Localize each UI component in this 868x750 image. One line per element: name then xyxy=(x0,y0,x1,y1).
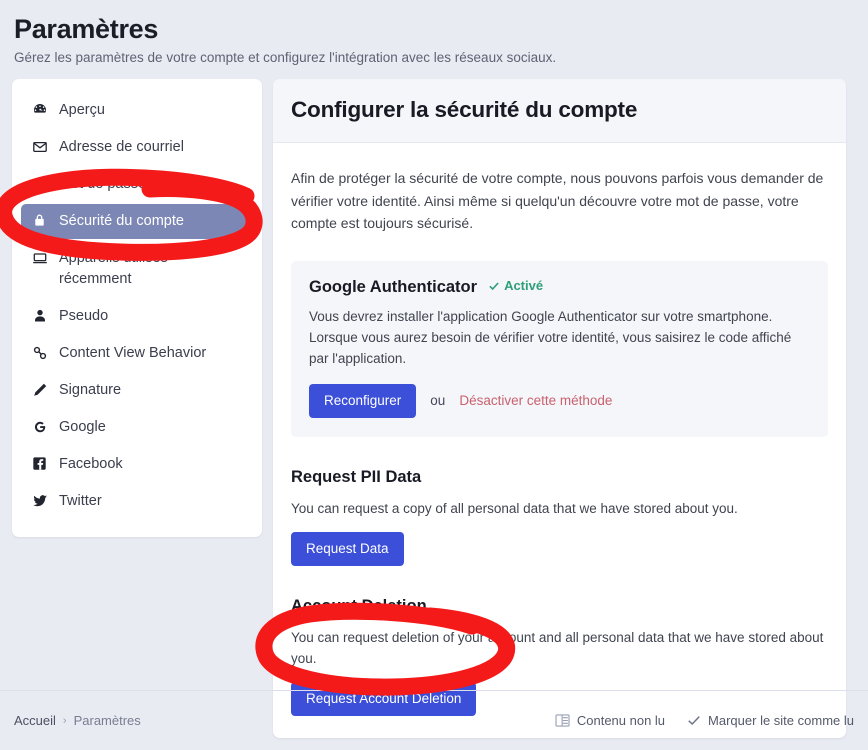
sidebar-item-label: Appareils utilisés récemment xyxy=(59,250,168,287)
reconfigure-button[interactable]: Reconfigurer xyxy=(309,383,417,418)
sidebar-item-signature[interactable]: Signature xyxy=(21,373,253,408)
user-icon xyxy=(31,306,48,324)
breadcrumb-separator-icon: › xyxy=(62,714,67,727)
pencil-icon xyxy=(31,380,48,398)
sidebar-item-label: Signature xyxy=(59,382,122,398)
google-icon xyxy=(31,417,48,435)
request-pii-section: Request PII Data You can request a copy … xyxy=(291,468,828,566)
deletion-description: You can request deletion of your account… xyxy=(291,629,824,666)
page-footer: Accueil › Paramètres Contenu non lu Marq… xyxy=(0,690,868,750)
pii-title: Request PII Data xyxy=(291,467,422,486)
sidebar-item-label: Aperçu xyxy=(59,102,105,118)
sidebar-item-label: Pseudo xyxy=(59,308,109,324)
footer-actions: Contenu non lu Marquer le site comme lu xyxy=(555,713,854,728)
page-header: Paramètres Gérez les paramètres de votre… xyxy=(0,0,868,68)
status-badge-label: Activé xyxy=(504,278,544,293)
sidebar-item-label: Adresse de courriel xyxy=(59,139,184,155)
sidebar-item-label: Facebook xyxy=(59,456,123,472)
sidebar-item-password[interactable]: Mot de passe xyxy=(21,167,253,202)
settings-sidebar: Aperçu Adresse de courriel Mot de passe … xyxy=(12,79,262,537)
sidebar-item-recent-devices[interactable]: Appareils utilisés récemment xyxy=(21,241,253,297)
sidebar-item-pseudo[interactable]: Pseudo xyxy=(21,299,253,334)
sidebar-item-label: Mot de passe xyxy=(59,176,147,192)
mark-site-read-label: Marquer le site comme lu xyxy=(708,713,854,728)
request-data-button[interactable]: Request Data xyxy=(291,531,404,566)
deletion-title: Account Deletion xyxy=(291,596,427,615)
unread-content-label: Contenu non lu xyxy=(576,713,666,728)
breadcrumb-current: Paramètres xyxy=(73,713,141,728)
card-header: Configurer la sécurité du compte xyxy=(273,79,846,143)
sidebar-item-email[interactable]: Adresse de courriel xyxy=(21,130,253,165)
dashboard-icon xyxy=(31,100,48,118)
facebook-icon xyxy=(31,454,48,471)
sidebar-item-label: Google xyxy=(59,419,106,435)
authenticator-title: Google Authenticator xyxy=(309,277,478,296)
unread-content-action[interactable]: Contenu non lu xyxy=(555,713,665,728)
sidebar-item-content-view-behavior[interactable]: Content View Behavior xyxy=(21,336,253,371)
or-separator: ou xyxy=(430,393,446,408)
authenticator-header: Google Authenticator Activé xyxy=(309,278,810,297)
status-badge: Activé xyxy=(488,278,543,293)
sidebar-item-twitter[interactable]: Twitter xyxy=(21,484,253,519)
sidebar-item-label: Twitter xyxy=(59,493,102,509)
sidebar-item-account-security[interactable]: Sécurité du compte xyxy=(21,204,253,239)
sidebar-item-facebook[interactable]: Facebook xyxy=(21,447,253,482)
page-layout: Aperçu Adresse de courriel Mot de passe … xyxy=(0,68,868,738)
check-icon xyxy=(489,281,499,290)
card-title: Configurer la sécurité du compte xyxy=(291,97,638,122)
page-subtitle: Gérez les paramètres de votre compte et … xyxy=(14,50,557,65)
sidebar-item-google[interactable]: Google xyxy=(21,410,253,445)
page-title: Paramètres xyxy=(14,14,159,44)
link-icon xyxy=(31,343,48,361)
intro-text: Afin de protéger la sécurité de votre co… xyxy=(291,170,824,231)
sidebar-item-apercu[interactable]: Aperçu xyxy=(21,93,253,128)
sidebar-item-label: Sécurité du compte xyxy=(59,213,184,229)
breadcrumb: Accueil › Paramètres xyxy=(14,713,141,728)
check-icon xyxy=(688,716,700,726)
twitter-icon xyxy=(31,491,48,509)
google-authenticator-panel: Google Authenticator Activé Vous devrez … xyxy=(291,260,828,437)
lock-icon xyxy=(31,211,48,228)
grid-icon xyxy=(555,714,570,727)
envelope-icon xyxy=(31,137,48,155)
mark-site-read-action[interactable]: Marquer le site comme lu xyxy=(687,713,854,728)
disable-method-link[interactable]: Désactiver cette méthode xyxy=(459,393,612,408)
breadcrumb-home-link[interactable]: Accueil xyxy=(14,713,56,728)
sidebar-item-label: Content View Behavior xyxy=(59,345,207,361)
pii-description: You can request a copy of all personal d… xyxy=(291,500,738,516)
card-body: Afin de protéger la sécurité de votre co… xyxy=(273,143,846,738)
authenticator-description: Vous devrez installer l'application Goog… xyxy=(309,308,792,366)
authenticator-actions: Reconfigurer ou Désactiver cette méthode xyxy=(309,383,810,418)
key-icon xyxy=(31,174,48,192)
account-security-card: Configurer la sécurité du compte Afin de… xyxy=(273,79,846,738)
devices-icon xyxy=(31,248,48,266)
